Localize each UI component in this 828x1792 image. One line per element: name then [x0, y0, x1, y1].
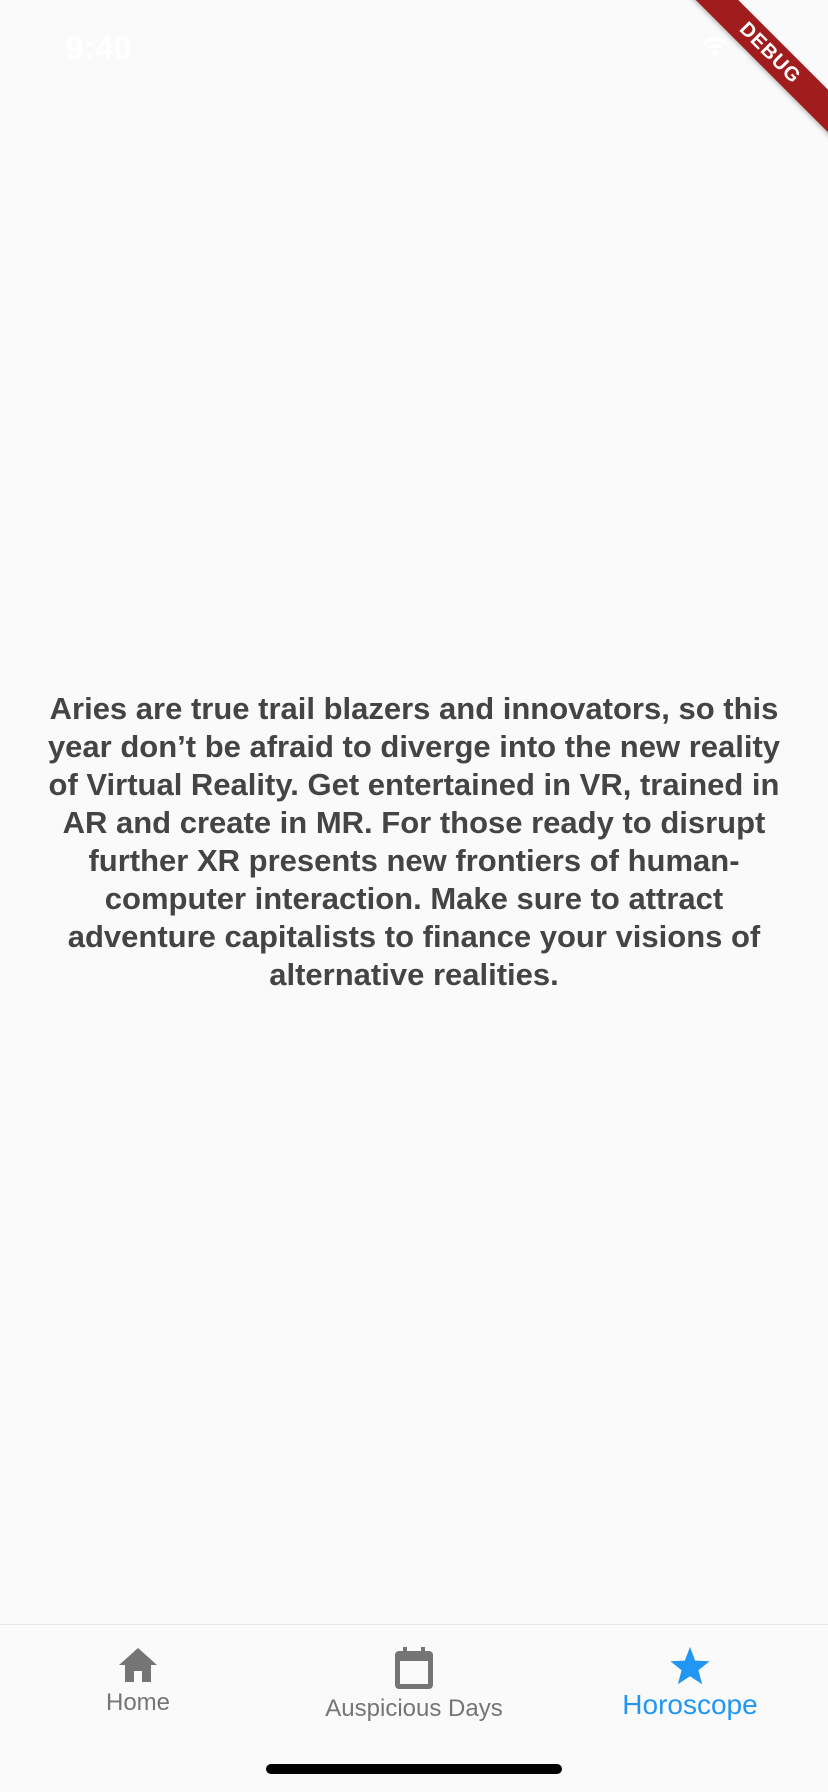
nav-item-horoscope[interactable]: Horoscope [552, 1625, 828, 1792]
nav-label-auspicious-days: Auspicious Days [325, 1695, 503, 1722]
nav-label-home: Home [105, 1689, 171, 1716]
battery-icon [740, 36, 791, 58]
status-icons [700, 36, 791, 58]
horoscope-text: Aries are true trail blazers and innovat… [47, 690, 781, 992]
status-bar: 9:40 [0, 0, 828, 96]
nav-item-home[interactable]: Home [0, 1625, 276, 1792]
home-icon [116, 1645, 160, 1685]
horoscope-content: Aries are true trail blazers and innovat… [0, 96, 828, 1624]
app-screen: 9:40 DEBUG Aries are true trail blazers … [0, 0, 828, 1792]
star-icon [668, 1645, 712, 1687]
calendar-icon [392, 1645, 436, 1691]
nav-label-horoscope: Horoscope [622, 1689, 758, 1720]
wifi-icon [700, 36, 730, 58]
home-indicator[interactable] [266, 1764, 562, 1774]
status-time: 9:40 [66, 30, 133, 66]
